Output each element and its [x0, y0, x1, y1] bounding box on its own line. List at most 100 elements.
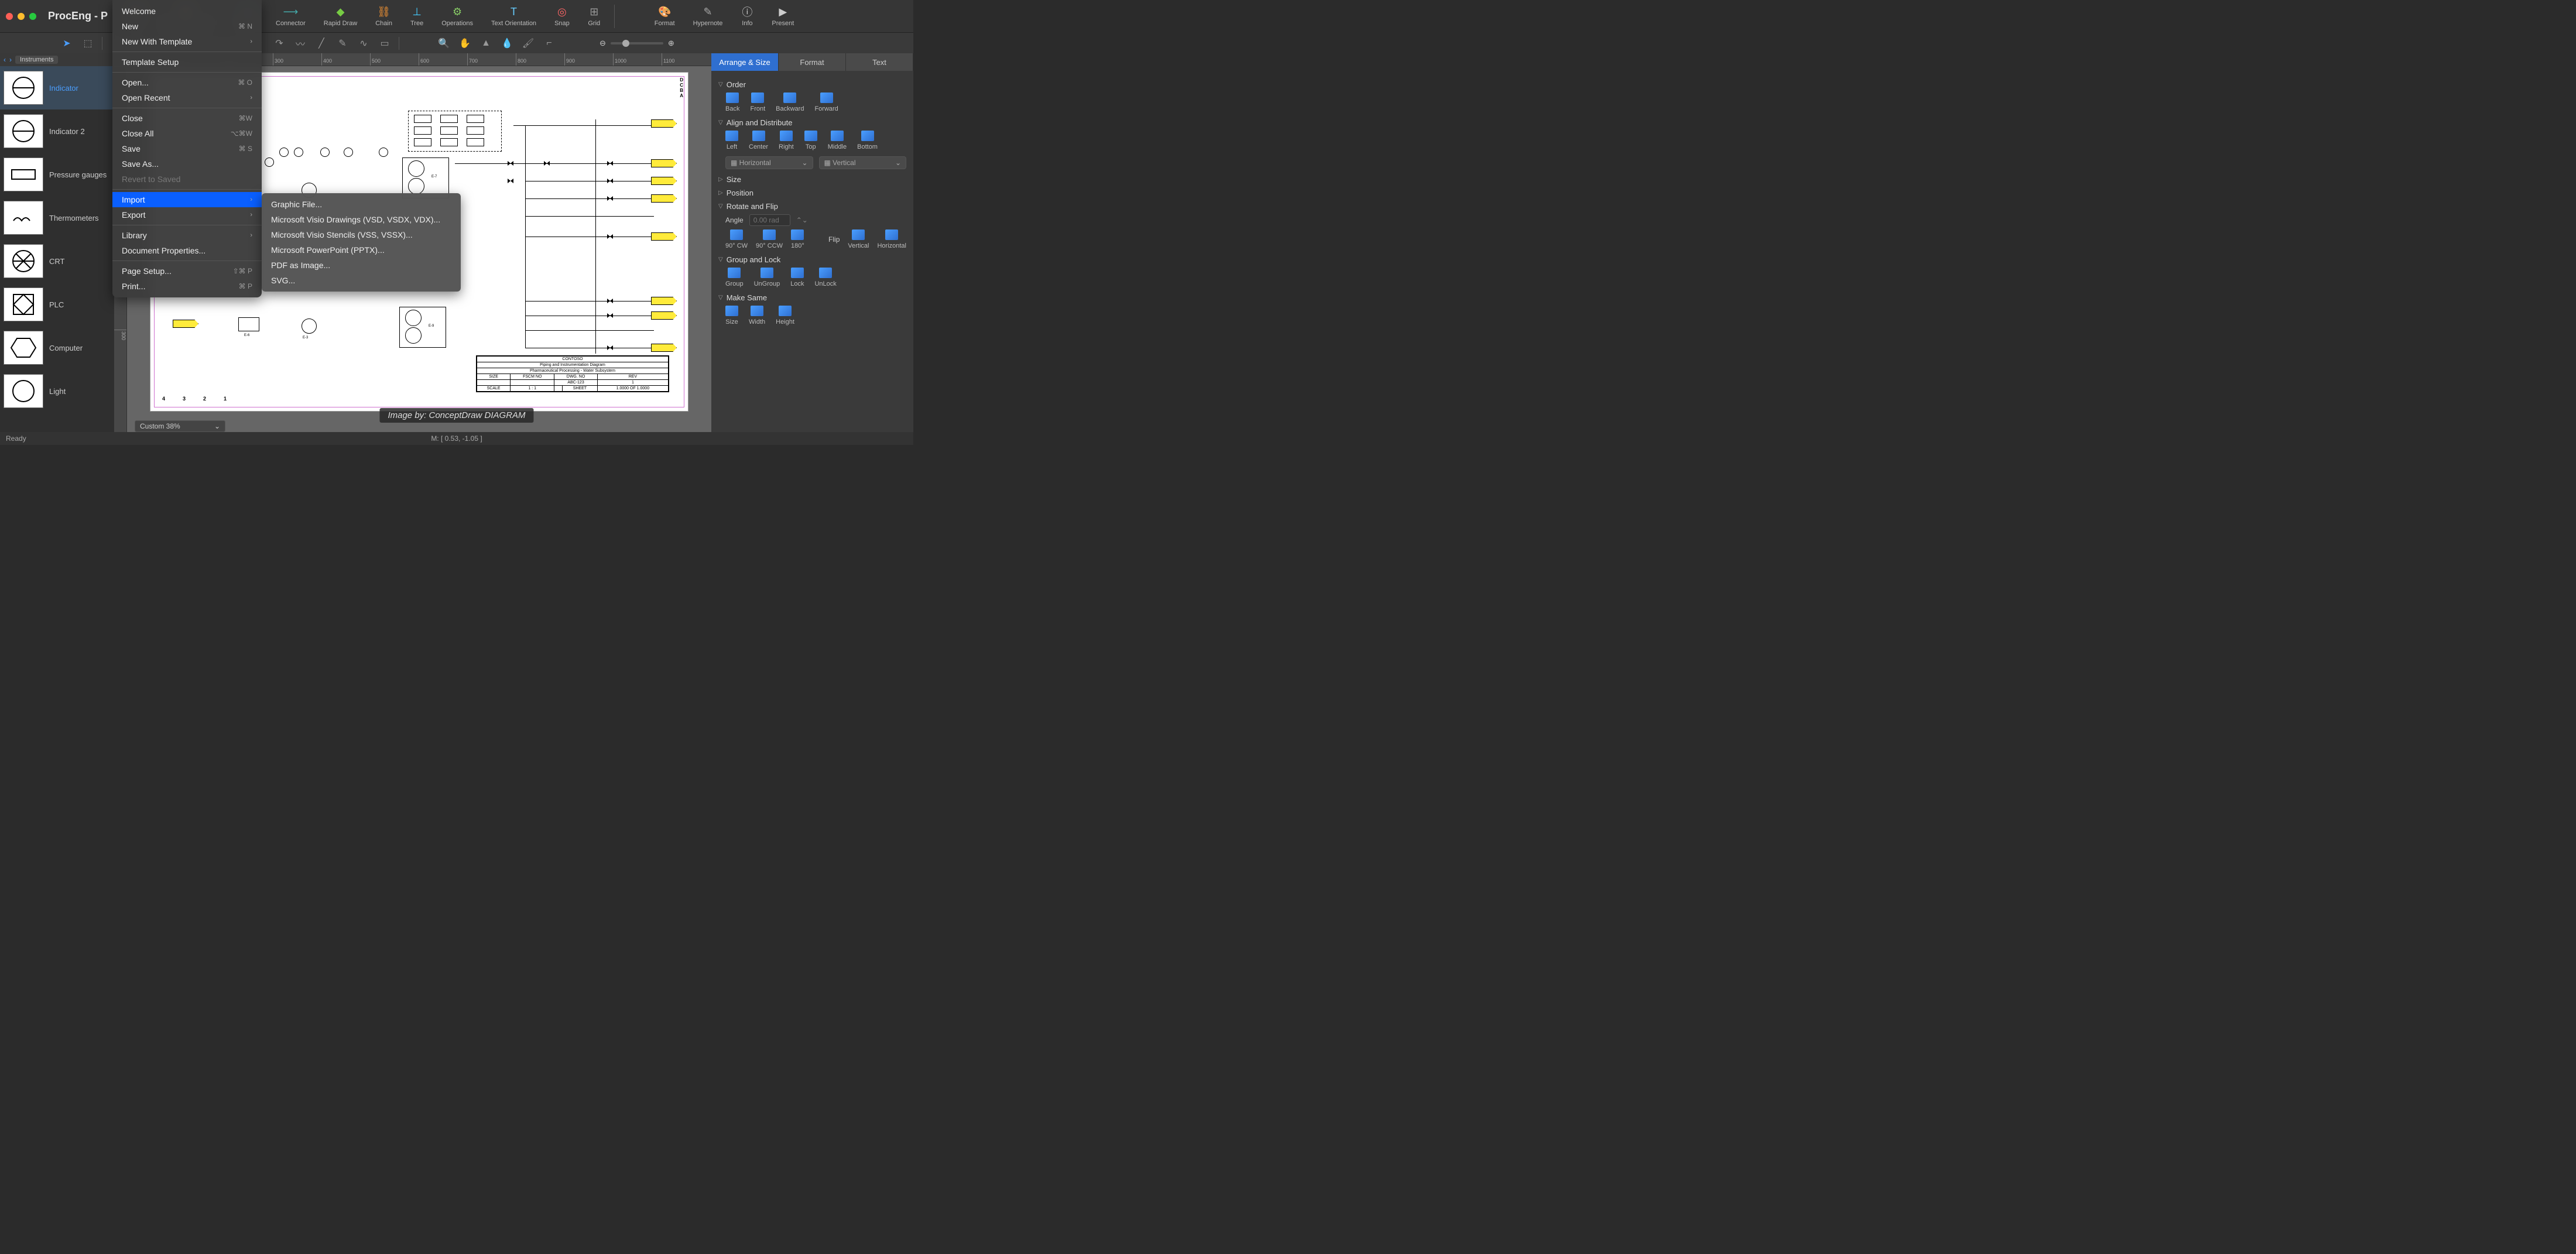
shape-pressure-gauges[interactable]: Pressure gauges: [0, 153, 114, 196]
toolbar-present[interactable]: ▶Present: [767, 4, 799, 28]
rotate--ccw[interactable]: 90° CCW: [756, 229, 783, 249]
shape-indicator-2[interactable]: Indicator 2: [0, 109, 114, 153]
nav-fwd-icon[interactable]: ›: [9, 56, 12, 64]
import-svg-[interactable]: SVG...: [262, 273, 461, 288]
order-back[interactable]: Back: [725, 92, 739, 112]
toolbar-chain[interactable]: ⛓Chain: [371, 4, 397, 28]
order-backward[interactable]: Backward: [776, 92, 804, 112]
shape-plc[interactable]: PLC: [0, 283, 114, 326]
import-microsoft-powerpoint-pptx-[interactable]: Microsoft PowerPoint (PPTX)...: [262, 242, 461, 258]
shape-thermometers[interactable]: Thermometers: [0, 196, 114, 239]
toolbar-format[interactable]: 🎨Format: [650, 4, 680, 28]
angle-input[interactable]: [749, 214, 790, 226]
zoom-tool[interactable]: 🔍: [437, 36, 451, 50]
menu-document-properties-[interactable]: Document Properties...: [112, 243, 262, 258]
menu-save[interactable]: Save⌘ S: [112, 141, 262, 156]
same-width[interactable]: Width: [749, 306, 765, 326]
menu-open-recent[interactable]: Open Recent›: [112, 90, 262, 105]
group-group[interactable]: Group: [725, 268, 744, 287]
tab-format[interactable]: Format: [779, 53, 846, 71]
maximize-window[interactable]: [29, 13, 36, 20]
pen-tool[interactable]: ✎: [335, 36, 350, 50]
import-submenu[interactable]: Graphic File...Microsoft Visio Drawings …: [262, 193, 461, 292]
align-left[interactable]: Left: [725, 131, 738, 150]
rotate--cw[interactable]: 90° CW: [725, 229, 748, 249]
align-middle[interactable]: Middle: [828, 131, 847, 150]
order-front[interactable]: Front: [750, 92, 765, 112]
hand-tool[interactable]: ✋: [458, 36, 472, 50]
menu-print-[interactable]: Print...⌘ P: [112, 279, 262, 294]
rotate--[interactable]: 180°: [791, 229, 804, 249]
zoom-out-icon[interactable]: ⊖: [600, 39, 606, 48]
close-window[interactable]: [6, 13, 13, 20]
crop-tool[interactable]: ⌐: [542, 36, 556, 50]
distribute-vertical[interactable]: ▦ Vertical⌄: [819, 156, 907, 169]
eyedropper-tool[interactable]: 💧: [500, 36, 514, 50]
brush-tool[interactable]: 🖌: [521, 36, 535, 50]
toolbar-hypernote[interactable]: ✎Hypernote: [688, 4, 728, 28]
toolbar-operations[interactable]: ⚙Operations: [437, 4, 478, 28]
redo-tool[interactable]: ↷: [272, 36, 286, 50]
align-right[interactable]: Right: [779, 131, 794, 150]
toolbar-text-orientation[interactable]: TText Orientation: [487, 4, 541, 28]
section-rotate[interactable]: ▽Rotate and Flip: [718, 202, 906, 211]
menu-page-setup-[interactable]: Page Setup...⇧⌘ P: [112, 263, 262, 279]
shape-computer[interactable]: Computer: [0, 326, 114, 369]
nav-back-icon[interactable]: ‹: [4, 56, 6, 64]
toolbar-connector[interactable]: ⟶Connector: [271, 4, 310, 28]
menu-open-[interactable]: Open...⌘ O: [112, 75, 262, 90]
scribble-tool[interactable]: 〰: [293, 36, 307, 50]
flip-vertical[interactable]: Vertical: [848, 229, 869, 249]
menu-import[interactable]: Import›: [112, 192, 262, 207]
toolbar-grid[interactable]: ⊞Grid: [583, 4, 605, 28]
menu-library[interactable]: Library›: [112, 228, 262, 243]
menu-save-as-[interactable]: Save As...: [112, 156, 262, 172]
tab-arrange-size[interactable]: Arrange & Size: [711, 53, 779, 71]
group-ungroup[interactable]: UnGroup: [754, 268, 780, 287]
tab-text[interactable]: Text: [846, 53, 913, 71]
menu-template-setup[interactable]: Template Setup: [112, 54, 262, 70]
stamp-tool[interactable]: ▲: [479, 36, 493, 50]
section-order[interactable]: ▽Order: [718, 80, 906, 89]
rect-tool[interactable]: ▭: [378, 36, 392, 50]
import-graphic-file-[interactable]: Graphic File...: [262, 197, 461, 212]
shape-light[interactable]: Light: [0, 369, 114, 413]
toolbar-tree[interactable]: ⊥Tree: [406, 4, 428, 28]
toolbar-snap[interactable]: ◎Snap: [550, 4, 574, 28]
zoom-combobox[interactable]: Custom 38%⌄: [135, 420, 225, 432]
sidebar-crumb[interactable]: Instruments: [15, 56, 58, 64]
align-center[interactable]: Center: [749, 131, 768, 150]
group-unlock[interactable]: UnLock: [814, 268, 836, 287]
align-bottom[interactable]: Bottom: [857, 131, 878, 150]
shape-crt[interactable]: CRT: [0, 239, 114, 283]
section-group[interactable]: ▽Group and Lock: [718, 255, 906, 264]
import-pdf-as-image-[interactable]: PDF as Image...: [262, 258, 461, 273]
flip-horizontal[interactable]: Horizontal: [877, 229, 906, 249]
line-tool[interactable]: ╱: [314, 36, 328, 50]
order-forward[interactable]: Forward: [814, 92, 838, 112]
pointer-tool[interactable]: ➤: [60, 36, 74, 50]
file-menu[interactable]: WelcomeNew⌘ NNew With Template› Template …: [112, 0, 262, 297]
section-align[interactable]: ▽Align and Distribute: [718, 118, 906, 127]
align-top[interactable]: Top: [804, 131, 817, 150]
minimize-window[interactable]: [18, 13, 25, 20]
zoom-in-icon[interactable]: ⊕: [668, 39, 674, 48]
menu-close-all[interactable]: Close All⌥⌘W: [112, 126, 262, 141]
menu-export[interactable]: Export›: [112, 207, 262, 222]
menu-welcome[interactable]: Welcome: [112, 4, 262, 19]
same-height[interactable]: Height: [776, 306, 794, 326]
menu-new-with-template[interactable]: New With Template›: [112, 34, 262, 49]
section-position[interactable]: ▷Position: [718, 189, 906, 197]
toolbar-rapid-draw[interactable]: ◆Rapid Draw: [319, 4, 362, 28]
menu-new[interactable]: New⌘ N: [112, 19, 262, 34]
section-make-same[interactable]: ▽Make Same: [718, 293, 906, 302]
section-size[interactable]: ▷Size: [718, 175, 906, 184]
import-microsoft-visio-stencils-vss-v[interactable]: Microsoft Visio Stencils (VSS, VSSX)...: [262, 227, 461, 242]
toolbar-info[interactable]: ⓘInfo: [736, 4, 758, 28]
same-size[interactable]: Size: [725, 306, 738, 326]
marquee-tool[interactable]: ⬚: [81, 36, 95, 50]
distribute-horizontal[interactable]: ▦ Horizontal⌄: [725, 156, 813, 169]
import-microsoft-visio-drawings-vsd-v[interactable]: Microsoft Visio Drawings (VSD, VSDX, VDX…: [262, 212, 461, 227]
shape-indicator[interactable]: Indicator: [0, 66, 114, 109]
zoom-slider[interactable]: ⊖ ⊕: [600, 39, 674, 48]
